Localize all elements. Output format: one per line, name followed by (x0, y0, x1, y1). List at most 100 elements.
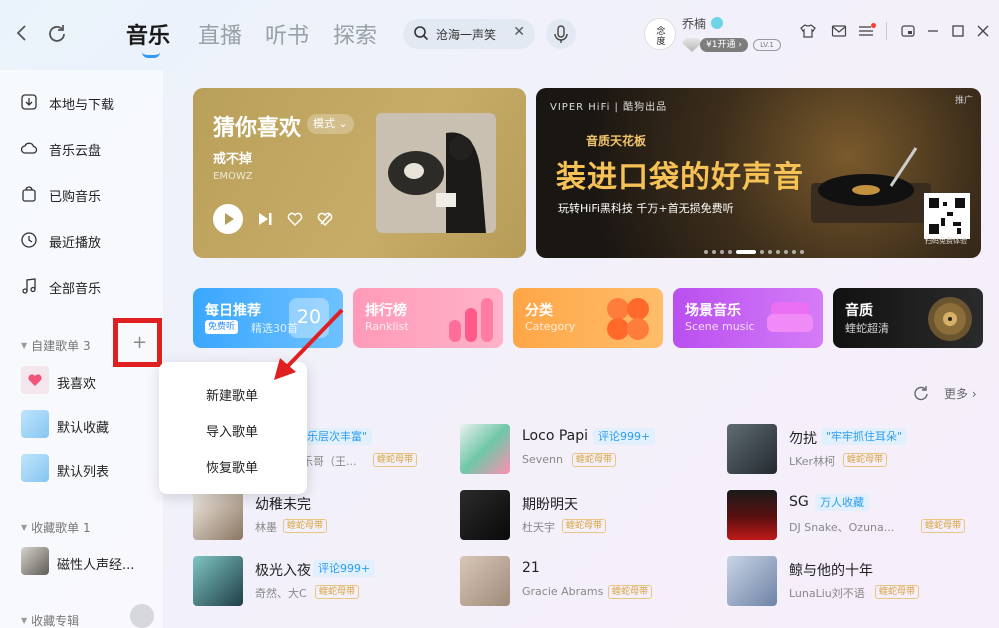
song-artist[interactable]: Gracie Abrams (522, 585, 603, 598)
song-item[interactable]: SG 万人收藏 DJ Snake、Ozuna... 蝰蛇母带 (727, 490, 987, 542)
song-item[interactable]: 勿扰 "牢牢抓住耳朵" LKer林柯 蝰蛇母带 (727, 424, 987, 476)
voice-search-button[interactable] (546, 19, 576, 49)
carousel-dot-active[interactable] (736, 249, 756, 254)
play-button[interactable] (213, 204, 243, 234)
bag-icon (22, 186, 36, 202)
dislike-icon[interactable] (315, 209, 335, 229)
song-artist[interactable]: LunaLiu刘不语 (789, 585, 865, 601)
heart-outline-icon[interactable] (285, 209, 305, 229)
mini-mode-icon[interactable] (900, 23, 916, 39)
search-input[interactable]: 沧海一声笑 ✕ (403, 19, 535, 49)
playlist-item-liked[interactable]: 我喜欢 (21, 366, 161, 396)
more-link[interactable]: 更多 › (944, 385, 977, 402)
carousel-dot[interactable] (720, 249, 724, 254)
banner-desc: 玩转HiFi黑科技 千万+首无损免费听 (558, 202, 734, 215)
minimize-icon[interactable] (925, 23, 941, 39)
sidebar-item-local-download[interactable]: 本地与下载 (20, 91, 160, 115)
carousel-dot[interactable] (712, 249, 716, 254)
sidebar-item-purchased[interactable]: 已购音乐 (20, 183, 160, 207)
guess-you-like-card[interactable]: 猜你喜欢 模式 ⌄ 戒不掉 EMOWZ (193, 88, 526, 258)
song-item[interactable]: 幼稚未完 林墨 蝰蛇母带 (193, 490, 453, 542)
sidebar-item-recent[interactable]: 最近播放 (20, 229, 160, 253)
song-artist[interactable]: DJ Snake、Ozuna... (789, 519, 894, 535)
mail-icon[interactable] (831, 23, 847, 39)
song-artist[interactable]: Sevenn (522, 453, 563, 466)
playlist-item-default-list[interactable]: 默认列表 (21, 454, 161, 484)
username[interactable]: 乔楠 (682, 15, 706, 32)
vip-open-button[interactable]: ¥1开通 › (700, 38, 748, 52)
tab-audiobook[interactable]: 听书 (265, 18, 309, 50)
avatar[interactable]: 念度 (644, 18, 676, 50)
song-tag: 评论999+ (313, 560, 376, 577)
guess-title: 猜你喜欢 (213, 116, 302, 141)
section-collected-playlists[interactable]: ▼ 收藏歌单 1 (21, 519, 91, 536)
close-icon[interactable] (975, 23, 991, 39)
promo-banner[interactable]: VIPER HiFi | 酷狗出品 推广 音质天花板 装进口袋的好声音 玩转Hi… (536, 88, 981, 258)
carousel-dot[interactable] (704, 249, 708, 254)
vip-badge[interactable]: ¥1开通 › LV.1 (682, 37, 781, 53)
tab-live[interactable]: 直播 (198, 18, 242, 50)
playlist-item-default-collect[interactable]: 默认收藏 (21, 410, 161, 440)
divider (886, 22, 887, 40)
menu-item-new-playlist[interactable]: 新建歌单 (206, 385, 258, 404)
mode-label: 模式 (313, 117, 335, 130)
listen-together-icon[interactable] (130, 604, 154, 628)
song-cover (727, 424, 777, 474)
section-self-playlists[interactable]: ▼ 自建歌单 3 (21, 337, 91, 354)
song-artist[interactable]: 杜天宇 (522, 519, 555, 535)
section-label: 收藏专辑 (31, 614, 80, 628)
menu-item-import-playlist[interactable]: 导入歌单 (206, 421, 258, 440)
carousel-dot[interactable] (760, 249, 764, 254)
song-artist[interactable]: 奇然、大C (255, 585, 307, 601)
next-icon[interactable] (255, 209, 275, 229)
carousel-dot[interactable] (784, 249, 788, 254)
tab-music[interactable]: 音乐 (126, 18, 170, 50)
song-item[interactable]: 21 Gracie Abrams 蝰蛇母带 (460, 556, 720, 608)
carousel-dot[interactable] (800, 249, 804, 254)
tile-sound-quality[interactable]: 音质 蝰蛇超清 (833, 288, 983, 348)
song-artist[interactable]: LKer林柯 (789, 453, 835, 469)
skin-icon[interactable] (800, 23, 816, 39)
tile-subtitle: Ranklist (365, 320, 409, 333)
song-item[interactable]: 期盼明天 杜天宇 蝰蛇母带 (460, 490, 720, 542)
section-collected-albums[interactable]: ▼ 收藏专辑 (21, 612, 79, 628)
song-item[interactable]: Loco Papi 评论999+ Sevenn 蝰蛇母带 (460, 424, 720, 476)
refresh-songs-icon[interactable] (913, 385, 929, 401)
tile-category[interactable]: 分类 Category (513, 288, 663, 348)
playlist-item-collected[interactable]: 磁性人声经... (21, 547, 161, 577)
section-label: 自建歌单 3 (31, 339, 91, 353)
back-icon[interactable] (12, 22, 34, 44)
song-title: 鲸与他的十年 (789, 563, 873, 579)
refresh-icon[interactable] (46, 22, 68, 44)
song-artist[interactable]: 林墨 (255, 519, 277, 535)
tile-scene-music[interactable]: 场景音乐 Scene music (673, 288, 823, 348)
song-artist[interactable]: 乐哥（王... (302, 453, 357, 469)
song-title: 期盼明天 (522, 497, 578, 513)
carousel-dot[interactable] (776, 249, 780, 254)
viper-master-badge: 蝰蛇母带 (921, 519, 966, 533)
tab-explore[interactable]: 探索 (333, 18, 377, 50)
tile-subtitle: Category (525, 320, 576, 333)
maximize-icon[interactable] (950, 23, 966, 39)
flower-icon (607, 298, 649, 340)
menu-item-restore-playlist[interactable]: 恢复歌单 (206, 457, 258, 476)
song-cover (727, 490, 777, 540)
tile-ranklist[interactable]: 排行榜 Ranklist (353, 288, 503, 348)
carousel-dot[interactable] (792, 249, 796, 254)
mode-button[interactable]: 模式 ⌄ (307, 114, 354, 134)
sidebar-item-all-music[interactable]: 全部音乐 (20, 275, 160, 299)
tile-subtitle: Scene music (685, 320, 755, 333)
clear-icon[interactable]: ✕ (513, 24, 525, 40)
song-tag: 评论999+ (593, 428, 656, 445)
carousel-dots[interactable] (704, 241, 808, 254)
song-item[interactable]: 极光入夜 评论999+ 奇然、大C 蝰蛇母带 (193, 556, 453, 608)
song-cover (460, 556, 510, 606)
menu-icon[interactable] (858, 23, 876, 39)
sidebar-item-cloud[interactable]: 音乐云盘 (20, 137, 160, 161)
song-cover-image (376, 113, 496, 233)
carousel-dot[interactable] (728, 249, 732, 254)
playlist-label: 我喜欢 (57, 377, 97, 392)
tile-subtitle: 蝰蛇超清 (845, 322, 889, 335)
carousel-dot[interactable] (768, 249, 772, 254)
song-item[interactable]: 鲸与他的十年 LunaLiu刘不语 蝰蛇母带 (727, 556, 987, 608)
